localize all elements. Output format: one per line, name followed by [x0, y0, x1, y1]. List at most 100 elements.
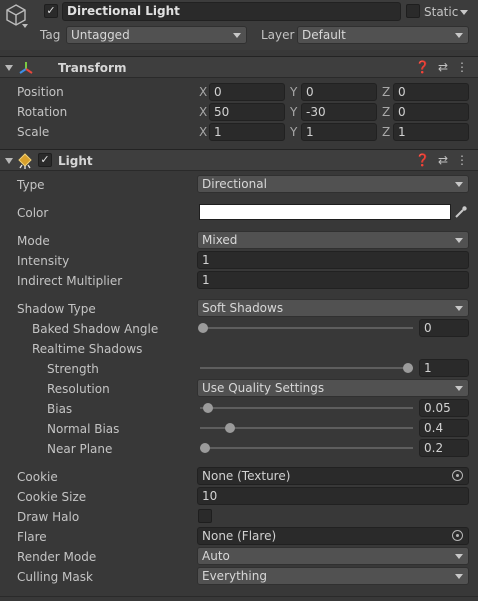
intensity-label: Intensity: [17, 254, 70, 268]
flare-object-field[interactable]: None (Flare): [197, 527, 469, 545]
indirect-multiplier-label: Indirect Multiplier: [17, 274, 123, 288]
chevron-down-icon: [455, 182, 463, 187]
eyedropper-icon[interactable]: [453, 204, 469, 220]
axis-x-label: X: [199, 125, 208, 139]
cookie-value: None (Texture): [202, 469, 291, 483]
position-x-field[interactable]: 0: [209, 83, 285, 101]
shadow-type-label: Shadow Type: [17, 302, 96, 316]
realtime-shadows-label: Realtime Shadows: [32, 342, 143, 356]
chevron-down-icon: [455, 386, 463, 391]
sliders-icon[interactable]: ⇄: [438, 60, 448, 74]
shadow-type-dropdown[interactable]: Soft Shadows: [197, 299, 469, 317]
color-swatch[interactable]: [199, 204, 451, 220]
axis-z-label: Z: [382, 125, 391, 139]
indirect-multiplier-field[interactable]: 1: [197, 271, 469, 289]
axis-z-label: Z: [382, 105, 391, 119]
mode-value: Mixed: [202, 233, 238, 247]
strength-field[interactable]: 1: [419, 359, 469, 377]
render-mode-label: Render Mode: [17, 550, 97, 564]
icon-dropdown-arrow[interactable]: [22, 24, 28, 28]
foldout-arrow-icon[interactable]: [5, 158, 13, 164]
intensity-field[interactable]: 1: [197, 251, 469, 269]
foldout-arrow-icon[interactable]: [5, 65, 13, 71]
render-mode-value: Auto: [202, 549, 230, 563]
help-icon[interactable]: ❓: [415, 153, 430, 167]
baked-angle-field[interactable]: 0: [419, 319, 469, 337]
position-y-field[interactable]: 0: [301, 83, 377, 101]
tag-dropdown[interactable]: Untagged: [66, 26, 247, 44]
bottom-divider: [0, 596, 478, 597]
scale-x-field[interactable]: 1: [209, 123, 285, 141]
light-title: Light: [58, 154, 93, 168]
static-dropdown-icon[interactable]: [460, 10, 468, 15]
chevron-down-icon: [233, 33, 241, 38]
normal-bias-field[interactable]: 0.4: [419, 419, 469, 437]
light-header[interactable]: ✓ Light ❓ ⇄ ⋮: [0, 149, 478, 171]
type-value: Directional: [202, 177, 267, 191]
shadow-type-value: Soft Shadows: [202, 301, 284, 315]
resolution-dropdown[interactable]: Use Quality Settings: [197, 379, 469, 397]
near-plane-slider-track[interactable]: [200, 447, 413, 449]
color-label: Color: [17, 206, 49, 220]
layer-value: Default: [302, 28, 346, 42]
normal-bias-slider-handle[interactable]: [225, 423, 235, 433]
chevron-down-icon: [455, 306, 463, 311]
object-picker-icon[interactable]: [452, 470, 463, 481]
rotation-z-field[interactable]: 0: [393, 103, 469, 121]
position-label: Position: [17, 85, 64, 99]
axis-x-label: X: [199, 105, 208, 119]
static-checkbox[interactable]: [406, 4, 420, 18]
static-label[interactable]: Static: [424, 5, 458, 19]
chevron-down-icon: [455, 554, 463, 559]
bias-label: Bias: [47, 402, 73, 416]
transform-header-icons: ❓ ⇄ ⋮: [407, 60, 468, 74]
culling-mask-dropdown[interactable]: Everything: [197, 567, 469, 585]
layer-dropdown[interactable]: Default: [297, 26, 469, 44]
draw-halo-checkbox[interactable]: [198, 509, 212, 523]
axis-x-label: X: [199, 85, 208, 99]
cookie-size-field[interactable]: 10: [197, 487, 469, 505]
baked-shadow-angle-label: Baked Shadow Angle: [32, 322, 159, 336]
resolution-value: Use Quality Settings: [202, 381, 325, 395]
rotation-x-field[interactable]: 50: [209, 103, 285, 121]
strength-slider-handle[interactable]: [403, 363, 413, 373]
light-header-icons: ❓ ⇄ ⋮: [407, 153, 468, 167]
baked-angle-slider-handle[interactable]: [198, 323, 208, 333]
type-dropdown[interactable]: Directional: [197, 175, 469, 193]
near-plane-slider-handle[interactable]: [200, 443, 210, 453]
chevron-down-icon: [455, 33, 463, 38]
strength-slider-track[interactable]: [200, 367, 413, 369]
object-picker-icon[interactable]: [452, 530, 463, 541]
active-checkbox[interactable]: ✓: [44, 4, 58, 18]
rotation-y-field[interactable]: -30: [301, 103, 377, 121]
draw-halo-label: Draw Halo: [17, 510, 80, 524]
chevron-down-icon: [455, 238, 463, 243]
culling-mask-value: Everything: [202, 569, 267, 583]
kebab-menu-icon[interactable]: ⋮: [456, 60, 468, 74]
culling-mask-label: Culling Mask: [17, 570, 93, 584]
sliders-icon[interactable]: ⇄: [438, 153, 448, 167]
bias-slider-handle[interactable]: [203, 403, 213, 413]
scale-z-field[interactable]: 1: [393, 123, 469, 141]
baked-angle-slider-track[interactable]: [200, 327, 413, 329]
object-name-field[interactable]: Directional Light: [62, 2, 401, 21]
help-icon[interactable]: ❓: [415, 60, 430, 74]
near-plane-field[interactable]: 0.2: [419, 439, 469, 457]
bias-field[interactable]: 0.05: [419, 399, 469, 417]
light-icon: [17, 153, 33, 169]
light-enabled-checkbox[interactable]: ✓: [38, 153, 52, 167]
mode-dropdown[interactable]: Mixed: [197, 231, 469, 249]
transform-header[interactable]: Transform ❓ ⇄ ⋮: [0, 56, 478, 78]
render-mode-dropdown[interactable]: Auto: [197, 547, 469, 565]
position-z-field[interactable]: 0: [393, 83, 469, 101]
bias-slider-track[interactable]: [200, 407, 413, 409]
axis-y-label: Y: [290, 125, 298, 139]
axis-z-label: Z: [382, 85, 391, 99]
kebab-menu-icon[interactable]: ⋮: [456, 153, 468, 167]
tag-label: Tag: [40, 28, 61, 42]
scale-label: Scale: [17, 125, 50, 139]
scale-y-field[interactable]: 1: [301, 123, 377, 141]
chevron-down-icon: [455, 574, 463, 579]
cookie-object-field[interactable]: None (Texture): [197, 467, 469, 485]
transform-axes-icon: [18, 60, 34, 76]
